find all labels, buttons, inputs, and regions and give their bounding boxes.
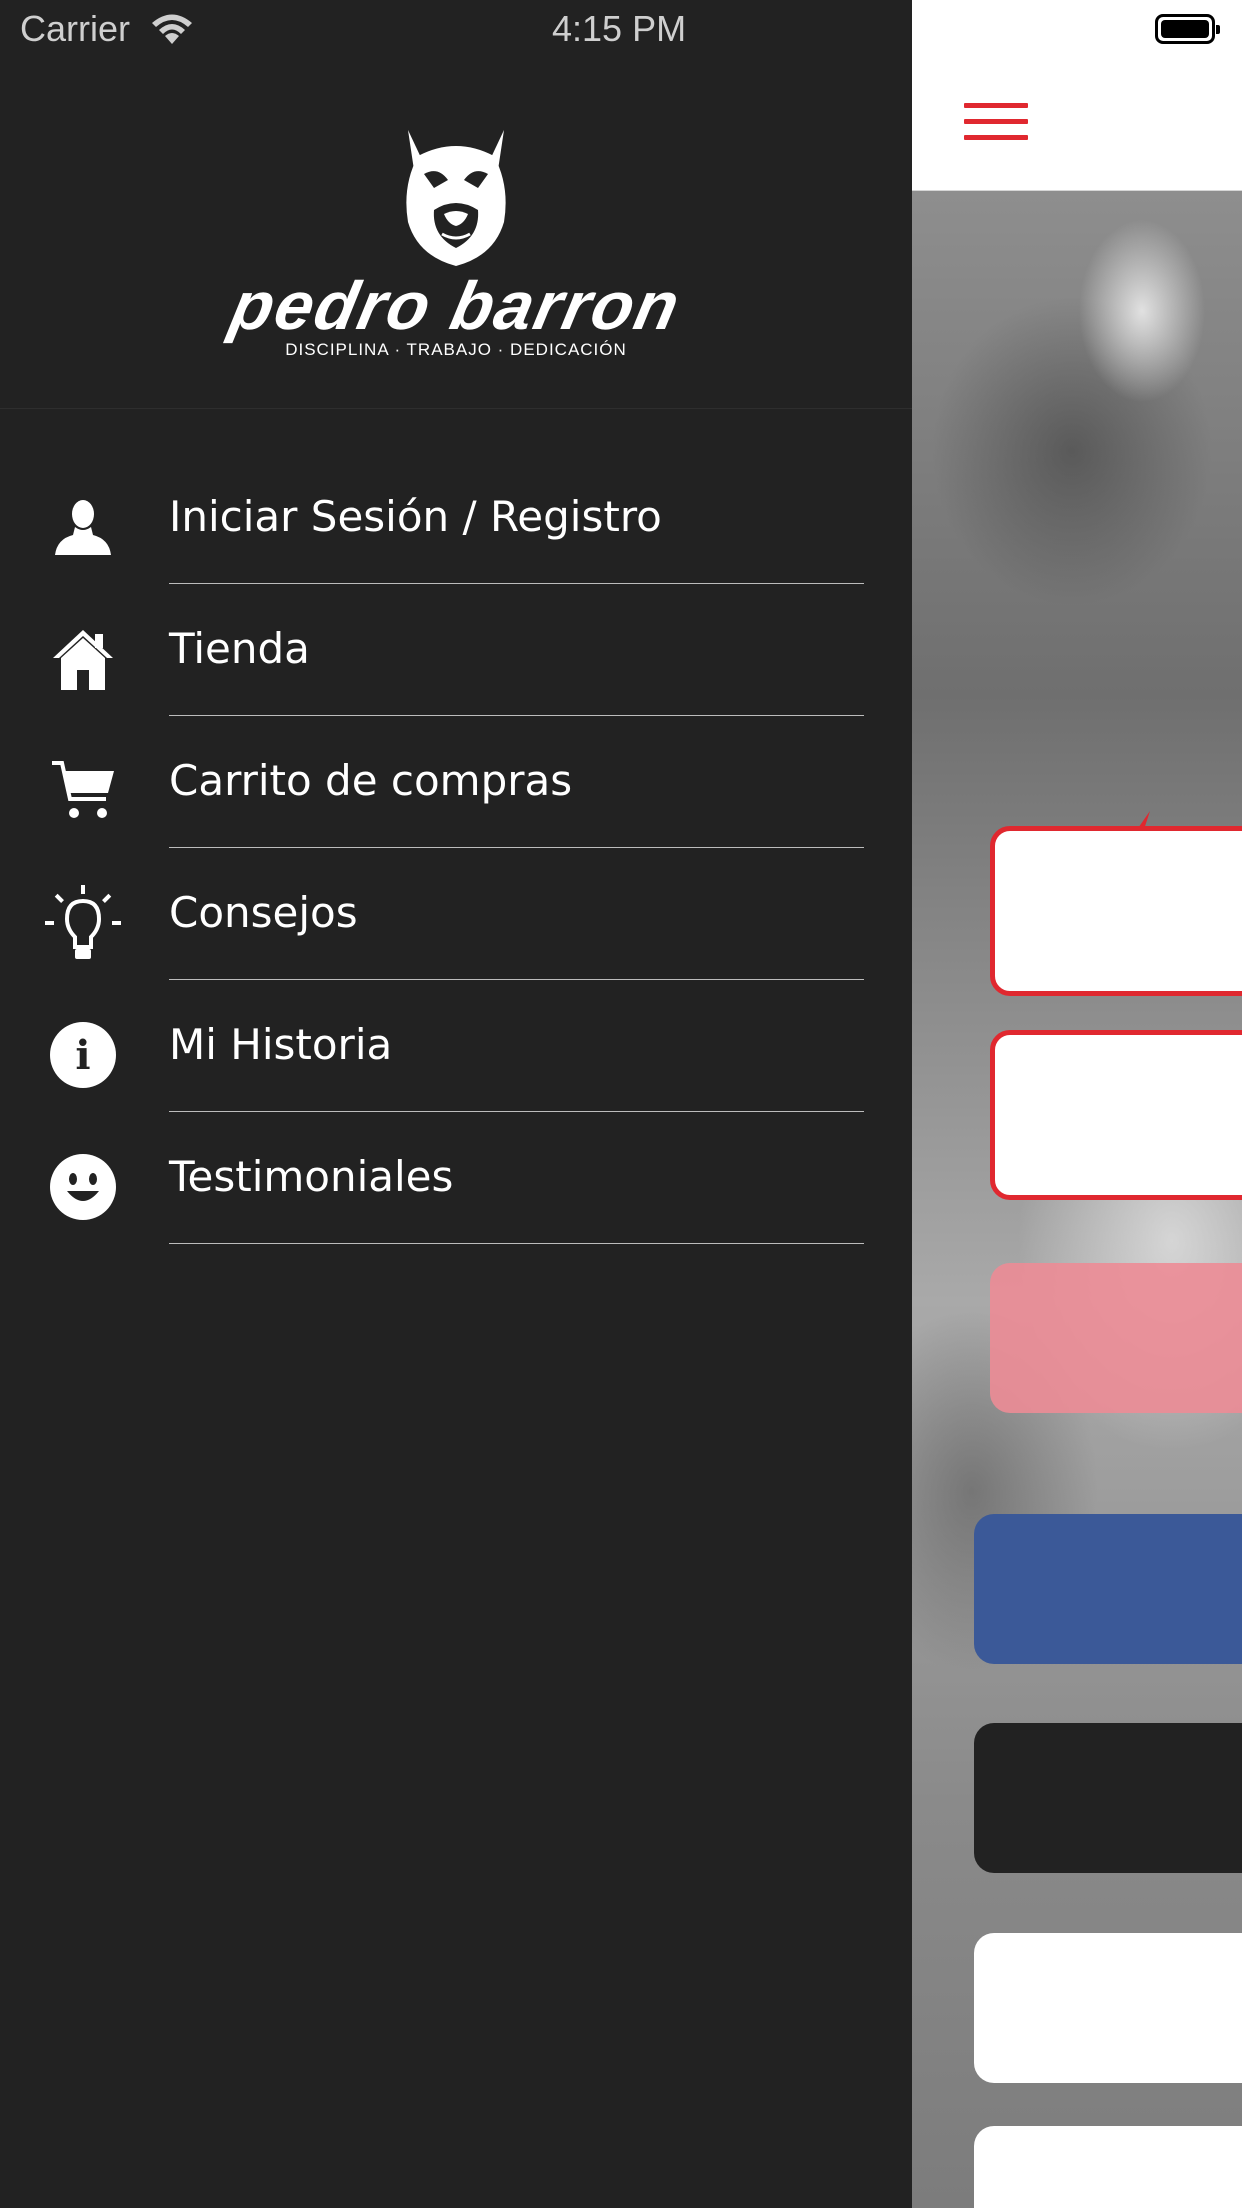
drawer-menu: Iniciar Sesión / Registro Tienda Carrito… (0, 452, 912, 1244)
battery-icon (1155, 14, 1220, 44)
dark-action-button[interactable] (974, 1723, 1242, 1873)
user-icon (44, 488, 122, 566)
login-submit-button[interactable] (990, 1263, 1242, 1413)
menu-item-login[interactable]: Iniciar Sesión / Registro (0, 452, 912, 584)
side-drawer: Carrier 4:15 PM pedro barron DISCIPLINA … (0, 0, 912, 2208)
carrier-label: Carrier (20, 8, 131, 49)
menu-item-store[interactable]: Tienda (0, 584, 912, 716)
brand-tagline: DISCIPLINA · TRABAJO · DEDICACIÓN (285, 340, 627, 359)
cart-icon (44, 752, 122, 830)
menu-item-label: Tienda (169, 624, 310, 673)
menu-item-label: Iniciar Sesión / Registro (169, 492, 662, 541)
hero-background-image (912, 191, 1242, 2208)
lightbulb-icon (44, 884, 122, 962)
menu-item-label: Carrito de compras (169, 756, 573, 805)
home-icon (44, 620, 122, 698)
menu-item-label: Mi Historia (169, 1020, 393, 1069)
white-action-button[interactable] (974, 1933, 1242, 2083)
menu-item-label: Testimoniales (169, 1152, 454, 1201)
menu-item-my-story[interactable]: i Mi Historia (0, 980, 912, 1112)
hamburger-menu-icon[interactable] (964, 103, 1028, 143)
menu-item-tips[interactable]: Consejos (0, 848, 912, 980)
facebook-login-button[interactable] (974, 1514, 1242, 1664)
main-header (912, 0, 1242, 191)
pitbull-logo-icon (406, 130, 506, 266)
menu-item-testimonials[interactable]: Testimoniales (0, 1112, 912, 1244)
menu-item-cart[interactable]: Carrito de compras (0, 716, 912, 848)
login-password-field[interactable] (990, 1030, 1242, 1200)
white-action-button-2[interactable] (974, 2126, 1242, 2208)
status-bar: Carrier 4:15 PM (0, 0, 912, 60)
brand-name: pedro barron (224, 268, 688, 344)
header-divider (0, 408, 912, 409)
brand-logo: pedro barron DISCIPLINA · TRABAJO · DEDI… (0, 100, 912, 400)
menu-divider (169, 1243, 864, 1244)
menu-item-label: Consejos (169, 888, 358, 937)
info-icon: i (44, 1016, 122, 1094)
main-screen (912, 0, 1242, 2208)
login-email-field[interactable] (990, 826, 1242, 996)
status-time: 4:15 PM (552, 8, 687, 49)
wifi-icon (152, 14, 192, 44)
smiley-icon (44, 1148, 122, 1226)
